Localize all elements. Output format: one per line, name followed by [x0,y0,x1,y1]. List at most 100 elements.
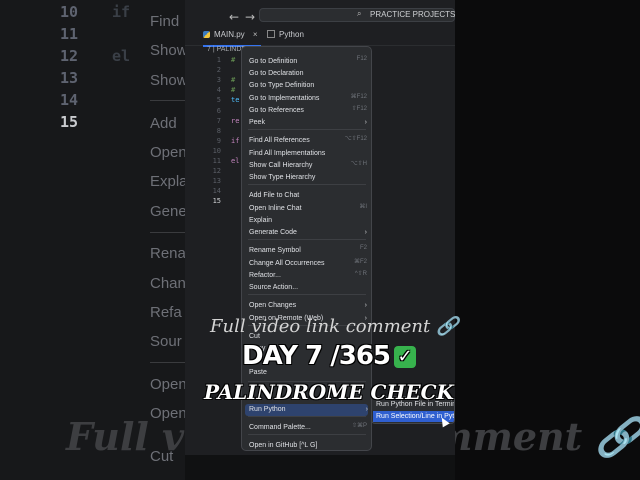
menu-item-shortcut: F2 [359,245,367,251]
line-number: 14 [212,187,221,196]
menu-item-label: Go to Implementations [249,95,320,102]
tab-label: Python [279,30,304,39]
chevron-right-icon: › [364,302,367,309]
command-center-search[interactable]: ⌕ PRACTICE PROJECTS REELS [259,8,455,22]
menu-item-shortcut: ⇧F12 [351,106,367,112]
menu-item-label: Go to Definition [249,58,298,65]
search-icon: ⌕ [357,9,362,18]
bg-line-number: 12 [60,47,79,65]
bg-line-number: 15 [60,113,79,131]
tab-label: MAIN.py [214,30,245,39]
menu-separator [248,239,366,240]
menu-item-label: Open Inline Chat [249,205,302,212]
menu-item-label: Peek [249,119,265,126]
menu-separator [248,434,366,435]
code-line: el [231,157,240,165]
back-arrow-icon[interactable]: ← [229,10,239,24]
menu-item-run-python[interactable]: Run Python › [245,404,368,416]
line-number: 7 [216,116,221,125]
menu-item-label: Go to Declaration [249,70,304,77]
bg-menu-fragment: Open [150,376,187,393]
menu-separator [248,129,366,130]
menu-item-explain[interactable]: Explain [249,215,367,227]
bg-menu-fragment: Chan [150,275,186,292]
line-number: 10 [212,146,221,155]
line-number: 13 [212,177,221,186]
line-number: 15 [212,197,221,206]
menu-item-label: Command Palette... [249,424,311,431]
chevron-right-icon: › [364,119,367,126]
menu-item-find-all-references[interactable]: Find All References ⌥⇧F12 [249,135,367,147]
menu-item-shortcut: ⌘F12 [350,94,367,100]
menu-item-peek[interactable]: Peek › [249,117,367,129]
bg-separator [150,362,190,363]
code-line: # [231,86,236,95]
chevron-right-icon: › [365,406,368,413]
code-line: te [231,96,240,105]
menu-item-open-inline-chat[interactable]: Open Inline Chat ⌘I [249,203,367,215]
menu-item-label: Open in GitHub [^L G] [249,442,318,449]
menu-item-label: Explain [249,217,272,224]
code-line: re [231,116,240,125]
menu-separator [248,294,366,295]
menu-item-open-changes[interactable]: Open Changes › [249,300,367,312]
menu-item-go-to-implementations[interactable]: Go to Implementations ⌘F12 [249,93,367,105]
menu-item-label: Find All References [249,137,310,144]
bg-menu-fragment: Find [150,13,180,30]
bg-line-number: 11 [60,25,79,43]
menu-item-show-type-hierarchy[interactable]: Show Type Hierarchy [249,172,367,184]
bg-menu-fragment: Refa [150,304,182,321]
menu-item-find-all-implementations[interactable]: Find All Implementations [249,148,367,160]
menu-item-source-action[interactable]: Source Action... [249,282,367,294]
line-number: 4 [216,86,221,95]
line-number: 2 [216,66,221,75]
tab-main-py[interactable]: MAIN.py × [203,27,261,47]
menu-item-change-all-occurrences[interactable]: Change All Occurrences ⌘F2 [249,258,367,270]
menu-item-label: Source Action... [249,284,299,291]
background-right-panel [455,0,640,480]
menu-item-generate-code[interactable]: Generate Code › [249,227,367,239]
tab-python[interactable]: Python [267,27,315,45]
menu-item-shortcut: ⌘I [359,204,367,210]
bg-line-number: 14 [60,91,79,109]
bg-code-fragment: el [112,47,131,65]
menu-item-go-to-type-definition[interactable]: Go to Type Definition [249,80,367,92]
caption-day-counter: DAY 7 /365 ✓ [242,341,417,371]
python-file-icon [203,31,210,38]
menu-separator [248,416,366,417]
menu-item-show-call-hierarchy[interactable]: Show Call Hierarchy ⌥⇧H [249,160,367,172]
bg-menu-fragment: Add [150,115,177,132]
menu-item-label: Find All Implementations [249,150,326,157]
menu-separator [248,184,366,185]
menu-item-refactor[interactable]: Refactor... ^⇧R [249,270,367,282]
menu-item-go-to-definition[interactable]: Go to Definition F12 [249,56,367,68]
menu-item-command-palette[interactable]: Command Palette... ⇧⌘P [249,422,367,434]
caption-video-link: Full video link comment 🔗 [210,316,459,337]
line-number: 3 [216,76,221,85]
bg-menu-fragment: Gene [150,203,187,220]
menu-item-label: Show Call Hierarchy [249,162,313,169]
check-mark-icon: ✓ [394,346,417,368]
line-number: 6 [216,106,221,115]
menu-item-open-in-github-l-g[interactable]: Open in GitHub [^L G] [249,440,367,452]
close-icon[interactable]: × [253,30,258,39]
menu-item-label: Go to References [249,107,304,114]
bg-line-number: 13 [60,69,79,87]
menu-item-label: Generate Code [249,229,297,236]
line-number: 11 [212,157,221,165]
menu-item-label: Rename Symbol [249,247,301,254]
menu-item-rename-symbol[interactable]: Rename Symbol F2 [249,245,367,257]
menu-item-go-to-declaration[interactable]: Go to Declaration [249,68,367,80]
menu-item-label: Run Python [249,406,286,413]
bg-separator [150,232,190,233]
bg-menu-fragment: Sour [150,333,182,350]
bg-menu-fragment: Show [150,42,188,59]
menu-item-go-to-references[interactable]: Go to References ⇧F12 [249,105,367,117]
bg-menu-fragment: Expla [150,173,188,190]
bg-code-fragment: if [112,3,131,21]
menu-item-label: Open Changes [249,302,297,309]
code-line: # [231,56,236,64]
forward-arrow-icon[interactable]: → [245,10,255,24]
menu-item-shortcut: ⇧⌘P [351,423,367,429]
menu-item-add-file-to-chat[interactable]: Add File to Chat [249,190,367,202]
